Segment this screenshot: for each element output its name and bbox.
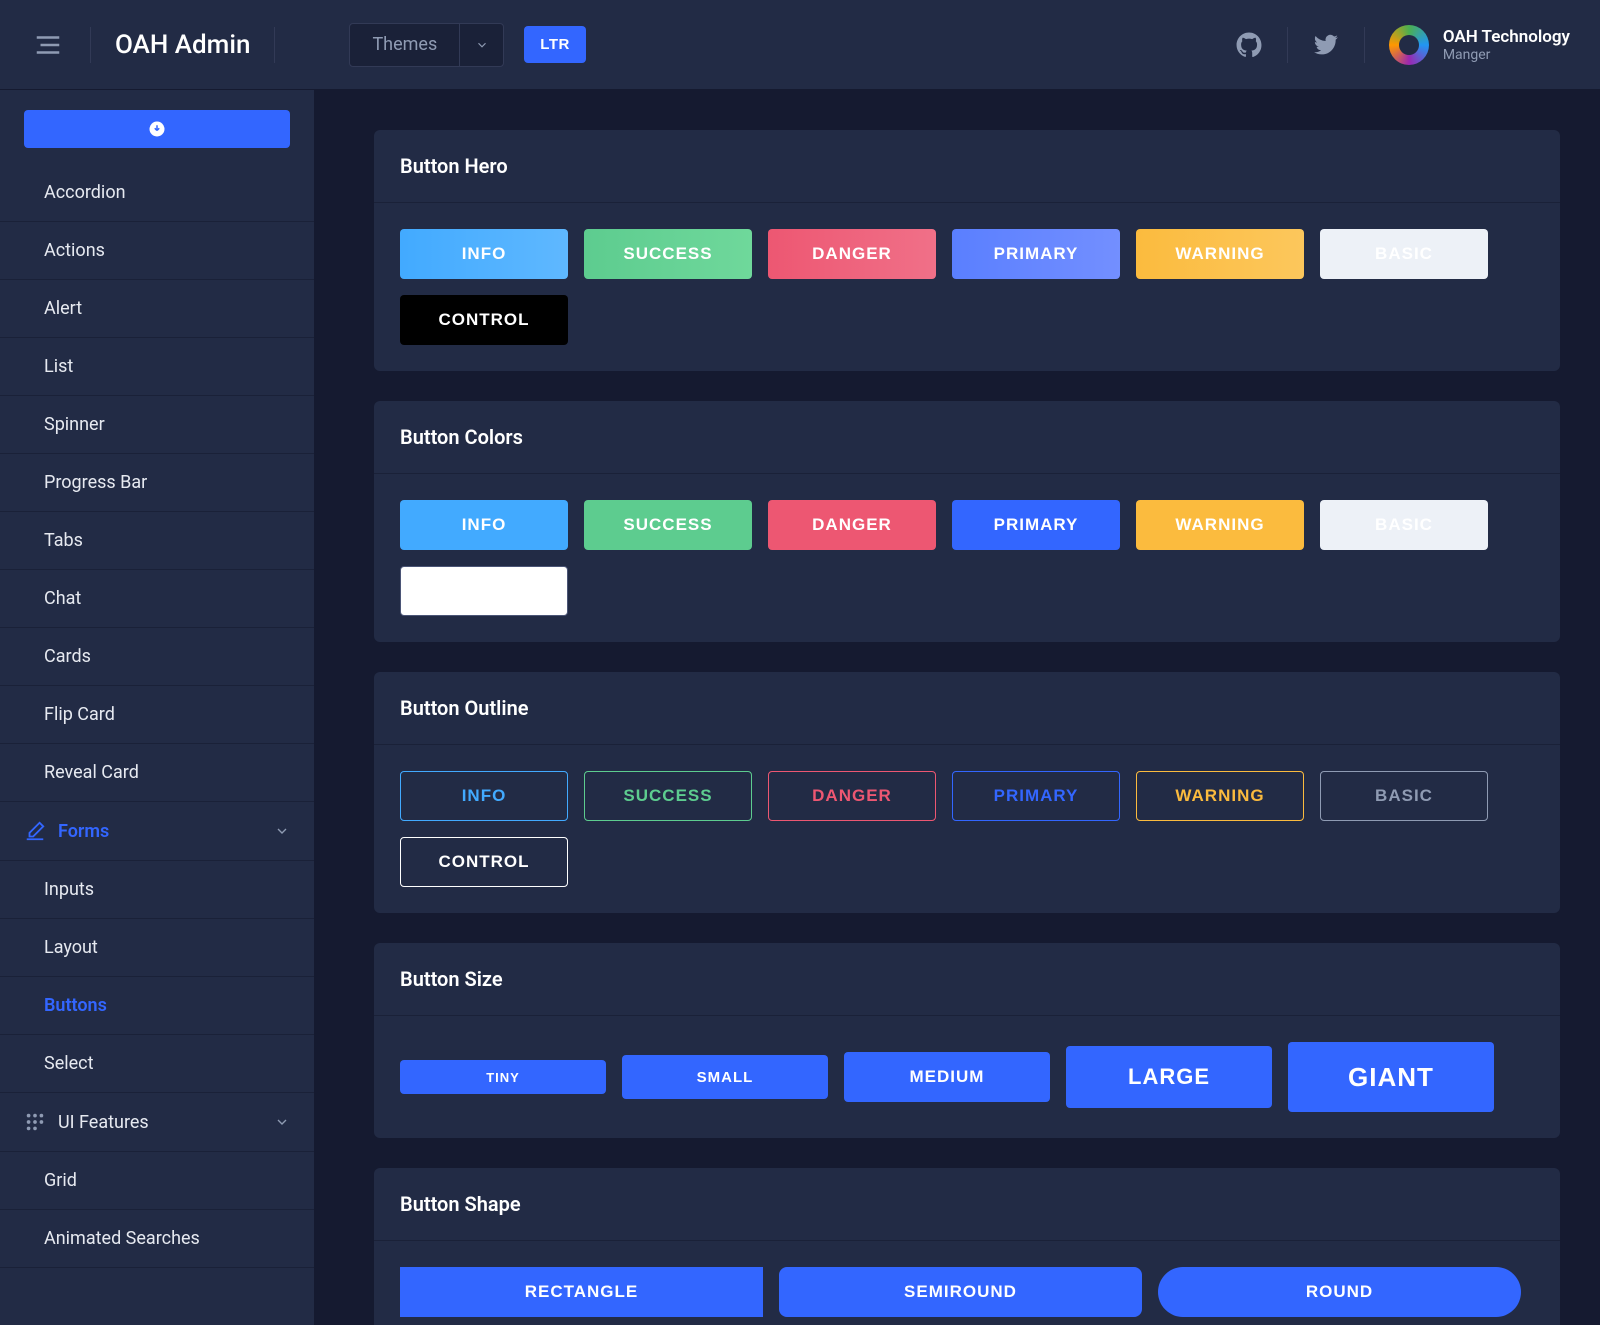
sidebar-group-ui-features[interactable]: UI Features (0, 1093, 314, 1152)
outline-success-button[interactable]: Success (584, 771, 752, 821)
outline-warning-button[interactable]: Warning (1136, 771, 1304, 821)
twitter-icon[interactable] (1312, 31, 1340, 59)
main-content: Button Hero Info Success Danger Primary … (314, 90, 1600, 1325)
shape-semiround-button[interactable]: SemiRound (779, 1267, 1142, 1317)
chevron-down-icon (274, 1114, 290, 1130)
sidebar-group-label: Forms (58, 821, 109, 842)
sidebar-item-buttons[interactable]: Buttons (0, 977, 314, 1035)
sidebar-item-progress-bar[interactable]: Progress Bar (0, 454, 314, 512)
hero-basic-button[interactable]: Basic (1320, 229, 1488, 279)
card-button-outline: Button Outline Info Success Danger Prima… (374, 672, 1560, 913)
card-title: Button Hero (374, 130, 1560, 203)
theme-select[interactable]: Themes (349, 23, 504, 67)
sidebar-item-alert[interactable]: Alert (0, 280, 314, 338)
outline-danger-button[interactable]: Danger (768, 771, 936, 821)
hamburger-icon (33, 30, 63, 60)
shape-round-button[interactable]: Round (1158, 1267, 1521, 1317)
sidebar-item-accordion[interactable]: Accordion (0, 164, 314, 222)
sidebar-item-actions[interactable]: Actions (0, 222, 314, 280)
sidebar-item-reveal-card[interactable]: Reveal Card (0, 744, 314, 802)
chevron-down-icon (459, 23, 503, 67)
download-icon (148, 120, 166, 138)
hero-control-button[interactable]: Control (400, 295, 568, 345)
ltr-button[interactable]: LTR (524, 26, 586, 63)
hero-danger-button[interactable]: Danger (768, 229, 936, 279)
shape-rectangle-button[interactable]: Rectangle (400, 1267, 763, 1317)
color-basic-button[interactable]: Basic (1320, 500, 1488, 550)
sidebar-item-tabs[interactable]: Tabs (0, 512, 314, 570)
user-name: OAH Technology (1443, 27, 1570, 47)
color-danger-button[interactable]: Danger (768, 500, 936, 550)
card-button-shape: Button Shape Rectangle SemiRound Round (374, 1168, 1560, 1325)
card-button-hero: Button Hero Info Success Danger Primary … (374, 130, 1560, 371)
divider (1287, 27, 1288, 63)
brand-title: OAH Admin (115, 30, 250, 60)
github-icon[interactable] (1235, 31, 1263, 59)
sidebar-item-inputs[interactable]: Inputs (0, 861, 314, 919)
download-button[interactable] (24, 110, 290, 148)
outline-basic-button[interactable]: Basic (1320, 771, 1488, 821)
color-primary-button[interactable]: Primary (952, 500, 1120, 550)
sidebar-item-spinner[interactable]: Spinner (0, 396, 314, 454)
sidebar-item-chat[interactable]: Chat (0, 570, 314, 628)
outline-primary-button[interactable]: Primary (952, 771, 1120, 821)
user-menu[interactable]: OAH Technology Manger (1389, 25, 1570, 65)
card-title: Button Colors (374, 401, 1560, 474)
sidebar-group-forms[interactable]: Forms (0, 802, 314, 861)
sidebar-item-list[interactable]: List (0, 338, 314, 396)
divider (1364, 27, 1365, 63)
hero-info-button[interactable]: Info (400, 229, 568, 279)
menu-toggle-button[interactable] (30, 27, 66, 63)
avatar (1389, 25, 1429, 65)
color-control-button[interactable]: Control (400, 566, 568, 616)
size-small-button[interactable]: Small (622, 1055, 828, 1099)
outline-info-button[interactable]: Info (400, 771, 568, 821)
color-warning-button[interactable]: Warning (1136, 500, 1304, 550)
sidebar-item-grid[interactable]: Grid (0, 1152, 314, 1210)
color-info-button[interactable]: Info (400, 500, 568, 550)
card-title: Button Shape (374, 1168, 1560, 1241)
hero-primary-button[interactable]: Primary (952, 229, 1120, 279)
sidebar-item-cards[interactable]: Cards (0, 628, 314, 686)
sidebar-item-layout[interactable]: Layout (0, 919, 314, 977)
outline-control-button[interactable]: Control (400, 837, 568, 887)
sidebar-item-select[interactable]: Select (0, 1035, 314, 1093)
card-title: Button Size (374, 943, 1560, 1016)
card-button-size: Button Size Tiny Small Medium Large Gian… (374, 943, 1560, 1138)
sidebar: Accordion Actions Alert List Spinner Pro… (0, 90, 314, 1325)
app-header: OAH Admin Themes LTR OAH Technology Mang… (0, 0, 1600, 90)
divider (274, 27, 275, 63)
sidebar-item-animated-searches[interactable]: Animated Searches (0, 1210, 314, 1268)
keypad-icon (24, 1111, 46, 1133)
card-button-colors: Button Colors Info Success Danger Primar… (374, 401, 1560, 642)
divider (90, 27, 91, 63)
hero-success-button[interactable]: Success (584, 229, 752, 279)
sidebar-item-flip-card[interactable]: Flip Card (0, 686, 314, 744)
user-role: Manger (1443, 47, 1570, 63)
size-large-button[interactable]: Large (1066, 1046, 1272, 1108)
size-tiny-button[interactable]: Tiny (400, 1060, 606, 1094)
chevron-down-icon (274, 823, 290, 839)
hero-warning-button[interactable]: Warning (1136, 229, 1304, 279)
size-giant-button[interactable]: Giant (1288, 1042, 1494, 1112)
theme-select-label: Themes (350, 34, 459, 55)
size-medium-button[interactable]: Medium (844, 1052, 1050, 1102)
sidebar-group-label: UI Features (58, 1112, 149, 1133)
card-title: Button Outline (374, 672, 1560, 745)
edit-icon (24, 820, 46, 842)
color-success-button[interactable]: Success (584, 500, 752, 550)
